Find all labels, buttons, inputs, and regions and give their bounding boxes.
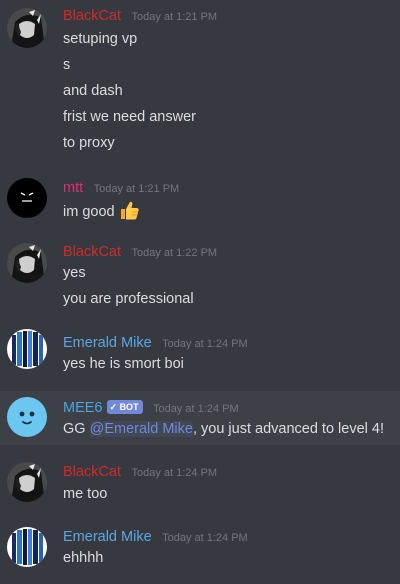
timestamp: Today at 1:24 PM <box>162 532 248 544</box>
thumbs-up-icon <box>118 199 140 227</box>
message-line: ehhhh <box>63 550 104 566</box>
user-mention[interactable]: @Emerald Mike <box>89 421 193 437</box>
bot-tag-label: BOT <box>119 402 139 412</box>
user-avatar[interactable] <box>7 8 47 48</box>
message-group-emerald-mike: Emerald Mike Today at 1:24 PM ehhhh <box>0 523 400 581</box>
black-face-avatar-icon <box>7 178 47 218</box>
dark-anime-avatar-icon <box>7 462 47 502</box>
bot-badge: ✓ BOT <box>106 400 143 414</box>
username[interactable]: BlackCat <box>63 464 121 480</box>
message-group-blackcat: BlackCat Today at 1:21 PM setuping vp s … <box>0 0 400 160</box>
user-avatar[interactable] <box>7 329 47 369</box>
message-line: setuping vp <box>63 31 138 47</box>
message-group-mee6: MEE6 ✓ BOT Today at 1:24 PM GG @Emerald M… <box>0 391 400 445</box>
message-line: GG @Emerald Mike, you just advanced to l… <box>63 419 384 439</box>
username[interactable]: mtt <box>63 180 83 196</box>
mee6-face-avatar-icon <box>7 397 47 437</box>
user-avatar[interactable] <box>7 527 47 567</box>
timestamp: Today at 1:24 PM <box>153 403 239 415</box>
username[interactable]: MEE6 <box>63 400 103 416</box>
message-line: s <box>63 57 71 73</box>
message-line: you are professional <box>63 291 194 307</box>
message-group-blackcat: BlackCat Today at 1:24 PM me too <box>0 457 400 507</box>
striped-avatar-icon <box>7 329 47 369</box>
user-avatar[interactable] <box>7 462 47 502</box>
timestamp: Today at 1:21 PM <box>131 11 218 23</box>
message-group-blackcat: BlackCat Today at 1:22 PM yes you are pr… <box>0 237 400 315</box>
message-line: me too <box>63 486 108 502</box>
message-group-mtt: mtt Today at 1:21 PM im good <box>0 172 400 222</box>
message-line: and dash <box>63 83 123 99</box>
user-avatar[interactable] <box>7 397 47 437</box>
username[interactable]: Emerald Mike <box>63 335 152 351</box>
message-line: yes <box>63 265 86 281</box>
check-icon: ✓ <box>109 402 118 412</box>
message-group-emerald-mike: Emerald Mike Today at 1:24 PM yes he is … <box>0 323 400 387</box>
dark-anime-avatar-icon <box>7 8 47 48</box>
username[interactable]: BlackCat <box>63 244 121 260</box>
striped-avatar-icon <box>7 527 47 567</box>
dark-anime-avatar-icon <box>7 243 47 283</box>
message-text: , you just advanced to level 4! <box>192 421 384 437</box>
timestamp: Today at 1:24 PM <box>131 467 218 479</box>
message-text: im good <box>63 204 115 220</box>
username[interactable]: Emerald Mike <box>63 529 152 545</box>
message-line: frist we need answer <box>63 109 196 125</box>
message-line: yes he is smort boi <box>63 356 184 372</box>
timestamp: Today at 1:22 PM <box>131 247 218 259</box>
timestamp: Today at 1:24 PM <box>162 338 248 350</box>
message-line: to proxy <box>63 135 115 151</box>
user-avatar[interactable] <box>7 178 47 218</box>
username[interactable]: BlackCat <box>63 8 121 24</box>
user-avatar[interactable] <box>7 243 47 283</box>
message-line-with-emoji: im good <box>63 199 140 227</box>
message-text: GG <box>63 421 90 437</box>
timestamp: Today at 1:21 PM <box>93 183 180 195</box>
